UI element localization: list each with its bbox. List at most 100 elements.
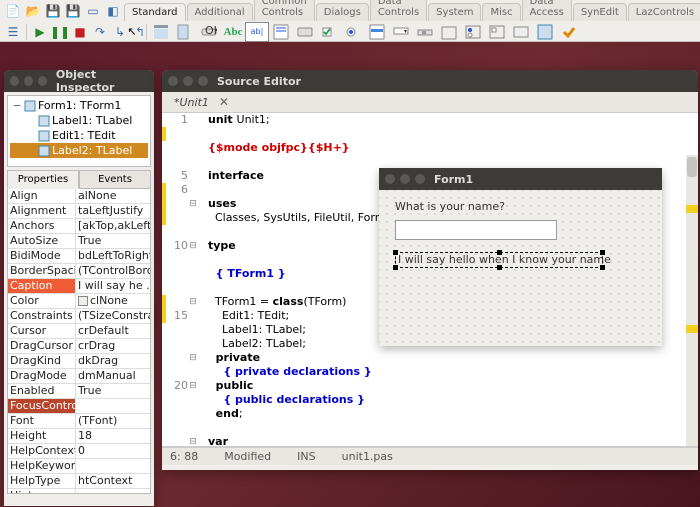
fold-icon[interactable]: ⊟ bbox=[188, 295, 198, 309]
popupmenu-icon[interactable] bbox=[173, 22, 197, 42]
property-name[interactable]: FocusControl bbox=[8, 399, 76, 413]
code-line[interactable]: unit Unit1; bbox=[208, 113, 686, 127]
maximize-icon[interactable] bbox=[415, 174, 425, 184]
component-tab-data-controls[interactable]: Data Controls bbox=[370, 0, 427, 21]
property-row[interactable]: HelpKeyword bbox=[8, 459, 150, 474]
property-row[interactable]: DragKinddkDrag bbox=[8, 354, 150, 369]
code-line[interactable] bbox=[208, 421, 686, 435]
component-tab-system[interactable]: System bbox=[428, 3, 481, 21]
gutter-line[interactable]: 10⊟ bbox=[162, 239, 198, 253]
code-line[interactable]: end; bbox=[208, 407, 686, 421]
code-line[interactable]: { public declarations } bbox=[208, 393, 686, 407]
scrollbar-icon[interactable] bbox=[413, 22, 437, 42]
gutter-line[interactable] bbox=[162, 155, 198, 169]
property-value[interactable]: crDrag bbox=[76, 339, 150, 353]
property-value[interactable]: htContext bbox=[76, 474, 150, 488]
form-canvas[interactable]: What is your name? I will say hello when… bbox=[379, 190, 662, 346]
property-name[interactable]: HelpContext bbox=[8, 444, 76, 458]
pointer-icon[interactable]: ↖ bbox=[120, 22, 144, 42]
gutter-line[interactable] bbox=[162, 323, 198, 337]
new-unit-icon[interactable]: 📄 bbox=[4, 2, 22, 20]
view-units-icon[interactable]: ☰ bbox=[4, 23, 22, 41]
save-icon[interactable]: 💾 bbox=[44, 2, 62, 20]
property-name[interactable]: HelpType bbox=[8, 474, 76, 488]
property-row[interactable]: Constraints(TSizeConstra bbox=[8, 309, 150, 324]
gutter-line[interactable] bbox=[162, 225, 198, 239]
gutter-line[interactable] bbox=[162, 267, 198, 281]
gutter-line[interactable]: ⊟ bbox=[162, 351, 198, 365]
pause-icon[interactable]: ❚❚ bbox=[51, 23, 69, 41]
code-line[interactable] bbox=[208, 155, 686, 169]
property-row[interactable]: Font(TFont) bbox=[8, 414, 150, 429]
property-row[interactable]: Anchors[akTop,akLeft] bbox=[8, 219, 150, 234]
prop-tab-events[interactable]: Events bbox=[79, 170, 151, 189]
scroll-thumb[interactable] bbox=[687, 157, 697, 177]
property-value[interactable]: [akTop,akLeft] bbox=[76, 219, 150, 233]
maximize-icon[interactable] bbox=[38, 76, 47, 86]
property-name[interactable]: BorderSpacing bbox=[8, 264, 76, 278]
code-line[interactable]: var bbox=[208, 435, 686, 447]
fd-titlebar[interactable]: Form1 bbox=[379, 168, 662, 190]
property-value[interactable]: (TControlBord bbox=[76, 264, 150, 278]
property-row[interactable]: BidiModebdLeftToRight bbox=[8, 249, 150, 264]
save-all-icon[interactable]: 💾 bbox=[64, 2, 82, 20]
property-name[interactable]: Constraints bbox=[8, 309, 76, 323]
component-tab-dialogs[interactable]: Dialogs bbox=[316, 3, 369, 21]
combobox-icon[interactable] bbox=[389, 22, 413, 42]
gutter-line[interactable] bbox=[162, 393, 198, 407]
mainmenu-icon[interactable] bbox=[149, 22, 173, 42]
property-name[interactable]: DragMode bbox=[8, 369, 76, 383]
component-tab-additional[interactable]: Additional bbox=[187, 3, 253, 21]
code-line[interactable]: private bbox=[208, 351, 686, 365]
se-titlebar[interactable]: Source Editor bbox=[162, 70, 698, 92]
gutter-line[interactable]: 5 bbox=[162, 169, 198, 183]
label-icon[interactable]: Abc bbox=[221, 22, 245, 42]
tab-close-icon[interactable]: ✕ bbox=[219, 95, 229, 109]
property-name[interactable]: Anchors bbox=[8, 219, 76, 233]
design-label2[interactable]: I will say hello when I know your name bbox=[398, 253, 611, 266]
property-value[interactable]: dmManual bbox=[76, 369, 150, 383]
minimize-icon[interactable] bbox=[24, 76, 33, 86]
button-icon[interactable]: OK bbox=[197, 22, 221, 42]
property-name[interactable]: Hint bbox=[8, 489, 76, 494]
design-edit1[interactable] bbox=[395, 220, 557, 240]
property-value[interactable]: dkDrag bbox=[76, 354, 150, 368]
memo-icon[interactable] bbox=[269, 22, 293, 42]
fold-icon[interactable]: ⊟ bbox=[188, 239, 198, 253]
property-name[interactable]: DragCursor bbox=[8, 339, 76, 353]
tree-item[interactable]: −Form1: TForm1 bbox=[10, 98, 148, 113]
form-designer-window[interactable]: Form1 What is your name? I will say hell… bbox=[379, 168, 662, 346]
property-name[interactable]: Enabled bbox=[8, 384, 76, 398]
property-value[interactable]: taLeftJustify bbox=[76, 204, 150, 218]
minimize-icon[interactable] bbox=[400, 174, 410, 184]
listbox-icon[interactable] bbox=[365, 22, 389, 42]
tree-toggle-icon[interactable]: − bbox=[12, 99, 22, 112]
gutter-line[interactable] bbox=[162, 253, 198, 267]
property-name[interactable]: AutoSize bbox=[8, 234, 76, 248]
toggle-form-icon[interactable]: ◧ bbox=[104, 2, 122, 20]
property-row[interactable]: HelpTypehtContext bbox=[8, 474, 150, 489]
togglebox-icon[interactable] bbox=[293, 22, 317, 42]
fold-icon[interactable]: ⊟ bbox=[188, 197, 198, 211]
property-row[interactable]: AutoSizeTrue bbox=[8, 234, 150, 249]
gutter-line[interactable] bbox=[162, 127, 198, 141]
property-value[interactable]: crDefault bbox=[76, 324, 150, 338]
minimize-icon[interactable] bbox=[183, 76, 193, 86]
property-name[interactable]: Height bbox=[8, 429, 76, 443]
component-tree[interactable]: −Form1: TForm1Label1: TLabelEdit1: TEdit… bbox=[7, 95, 151, 167]
property-name[interactable]: HelpKeyword bbox=[8, 459, 76, 473]
component-tab-misc[interactable]: Misc bbox=[482, 3, 520, 21]
stop-icon[interactable]: ■ bbox=[71, 23, 89, 41]
property-value[interactable]: 18 bbox=[76, 429, 150, 443]
tab-unit1[interactable]: *Unit1 bbox=[168, 94, 215, 111]
property-value[interactable]: bdLeftToRight bbox=[76, 249, 150, 263]
gutter-line[interactable] bbox=[162, 407, 198, 421]
oi-titlebar[interactable]: Object Inspector bbox=[4, 70, 154, 92]
property-value[interactable]: 0 bbox=[76, 444, 150, 458]
property-row[interactable]: CursorcrDefault bbox=[8, 324, 150, 339]
property-name[interactable]: Color bbox=[8, 294, 76, 308]
close-icon[interactable] bbox=[168, 76, 178, 86]
property-row[interactable]: HelpContext0 bbox=[8, 444, 150, 459]
component-tab-lazcontrols[interactable]: LazControls bbox=[628, 3, 700, 21]
fold-icon[interactable]: ⊟ bbox=[188, 379, 198, 393]
